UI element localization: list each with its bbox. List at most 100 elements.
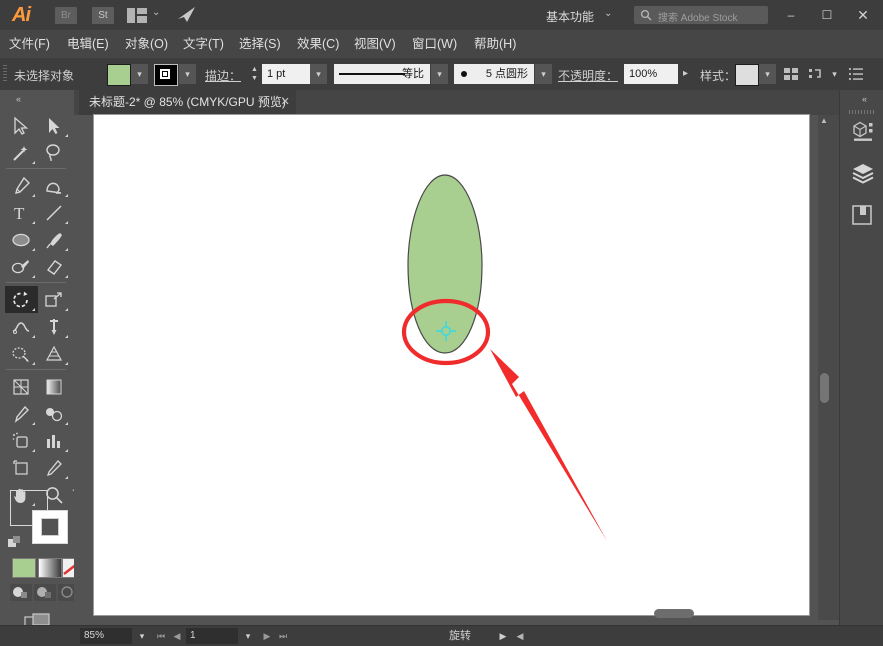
menu-select[interactable]: 选择(S) <box>232 30 288 58</box>
menu-window[interactable]: 窗口(W) <box>405 30 464 58</box>
chevron-down-icon[interactable]: ⌄ <box>152 7 160 18</box>
symbol-sprayer-tool[interactable] <box>5 427 38 454</box>
chevron-up-icon[interactable]: ▲ <box>819 116 829 126</box>
width-tool[interactable] <box>5 313 38 340</box>
workspace-chevron-down-icon[interactable]: ⌄ <box>604 8 612 19</box>
menu-edit[interactable]: 电辑(E) <box>60 30 116 58</box>
menu-file[interactable]: 文件(F) <box>2 30 57 58</box>
zoom-chevron-down-icon[interactable]: ▾ <box>134 628 150 644</box>
opacity-input[interactable]: 100% <box>624 64 678 84</box>
stroke-weight-stepper[interactable]: ▲▼ <box>250 65 259 83</box>
page-chevron-down-icon[interactable]: ▾ <box>240 628 256 644</box>
expand-panels-icon[interactable]: « <box>854 92 874 106</box>
eyedropper-tool[interactable] <box>5 400 38 427</box>
style-chevron-down-icon[interactable]: ▾ <box>759 64 776 84</box>
libraries-panel-icon[interactable] <box>850 202 876 228</box>
bridge-button[interactable]: Br <box>55 7 77 24</box>
horizontal-scrollbar-thumb[interactable] <box>654 609 694 618</box>
type-tool[interactable]: T <box>5 199 38 226</box>
fill-color-swatch[interactable] <box>107 64 131 86</box>
selection-tool[interactable] <box>5 112 38 139</box>
lasso-tool[interactable] <box>38 139 71 166</box>
arrange-documents-icon[interactable] <box>127 8 147 23</box>
gradient-fill-icon[interactable] <box>38 558 62 578</box>
next-page-icon[interactable]: ▶ <box>260 629 274 643</box>
stock-button[interactable]: St <box>92 7 114 24</box>
prev-icon[interactable]: ◀ <box>514 629 526 643</box>
stroke-profile-select[interactable]: 等比 <box>334 64 430 84</box>
fill-chevron-down-icon[interactable]: ▾ <box>131 64 148 84</box>
transform-chevron-down-icon[interactable]: ▾ <box>826 64 843 84</box>
close-icon[interactable]: ✕ <box>281 90 290 115</box>
menu-effect[interactable]: 效果(C) <box>290 30 346 58</box>
magic-wand-tool[interactable] <box>5 139 38 166</box>
perspective-grid-tool[interactable] <box>38 340 71 367</box>
stroke-weight-chevron-down-icon[interactable]: ▾ <box>310 64 327 84</box>
mesh-tool[interactable] <box>5 373 38 400</box>
stroke-color-swatch[interactable] <box>154 64 178 86</box>
menu-help[interactable]: 帮助(H) <box>467 30 523 58</box>
slice-tool[interactable] <box>38 454 71 481</box>
canvas-area[interactable] <box>74 115 839 620</box>
scale-tool[interactable] <box>38 286 71 313</box>
brush-definition-select[interactable]: 5 点圆形 <box>454 64 534 84</box>
color-fill-icon[interactable] <box>12 558 36 578</box>
draw-behind-icon[interactable] <box>34 584 56 601</box>
stroke-chevron-down-icon[interactable]: ▾ <box>179 64 196 84</box>
default-fill-stroke-icon[interactable] <box>8 536 21 548</box>
transform-icon[interactable] <box>808 66 826 82</box>
ellipse-tool[interactable] <box>5 226 38 253</box>
brush-chevron-down-icon[interactable]: ▾ <box>535 64 552 84</box>
profile-chevron-down-icon[interactable]: ▾ <box>431 64 448 84</box>
column-graph-tool[interactable] <box>38 427 71 454</box>
properties-panel-icon[interactable] <box>850 118 876 144</box>
vertical-scrollbar-thumb[interactable] <box>820 373 829 403</box>
direct-selection-tool[interactable] <box>38 112 71 139</box>
align-grid-icon[interactable] <box>783 66 801 82</box>
document-options-icon[interactable] <box>848 66 866 82</box>
close-button[interactable]: ✕ <box>847 5 879 25</box>
minimize-button[interactable]: – <box>775 5 807 25</box>
tool-corner-icon <box>32 308 35 311</box>
menu-view[interactable]: 视图(V) <box>347 30 403 58</box>
shape-builder-tool[interactable] <box>5 340 38 367</box>
curvature-tool[interactable] <box>38 172 71 199</box>
rotate-tool[interactable] <box>5 286 38 313</box>
stroke-weight-input[interactable]: 1 pt <box>262 64 310 84</box>
zoom-level-input[interactable]: 85% <box>80 628 132 644</box>
layers-panel-icon[interactable] <box>850 160 876 186</box>
blend-tool[interactable] <box>38 400 71 427</box>
graphic-style-swatch[interactable] <box>735 64 759 86</box>
prev-page-icon[interactable]: ◀ <box>170 629 184 643</box>
last-page-icon[interactable]: ⏭ <box>276 629 290 643</box>
document-tab[interactable]: 未标题-2* @ 85% (CMYK/GPU 预览) ✕ <box>79 90 296 115</box>
eraser-tool[interactable] <box>38 253 71 280</box>
line-segment-tool[interactable] <box>38 199 71 226</box>
pen-tool[interactable] <box>5 172 38 199</box>
pencil-tool[interactable] <box>5 253 38 280</box>
page-number-input[interactable]: 1 <box>186 628 238 644</box>
opacity-chevron-right-icon[interactable]: ▸ <box>678 64 693 84</box>
artboard[interactable] <box>94 115 809 615</box>
panel-grip[interactable] <box>849 110 875 114</box>
menu-type[interactable]: 文字(T) <box>176 30 231 58</box>
free-transform-tool[interactable] <box>38 313 71 340</box>
play-icon[interactable]: ▶ <box>497 629 509 643</box>
maximize-button[interactable]: ☐ <box>811 5 843 25</box>
draw-normal-icon[interactable] <box>10 584 32 601</box>
home-rocket-icon[interactable] <box>177 6 197 24</box>
artboard-tool[interactable] <box>5 454 38 481</box>
paintbrush-tool[interactable] <box>38 226 71 253</box>
gradient-tool[interactable] <box>38 373 71 400</box>
collapse-panel-icon[interactable]: « <box>6 92 30 106</box>
first-page-icon[interactable]: ⏮ <box>154 629 168 643</box>
workspace-label[interactable]: 基本功能 <box>546 8 594 25</box>
search-adobe-stock-input[interactable]: 搜索 Adobe Stock <box>634 6 768 24</box>
control-bar-grip[interactable] <box>3 65 7 83</box>
menu-object[interactable]: 对象(O) <box>118 30 175 58</box>
tool-corner-icon <box>32 221 35 224</box>
stroke-label[interactable]: 描边： <box>205 67 241 84</box>
opacity-label[interactable]: 不透明度： <box>558 67 618 84</box>
stroke-color-indicator[interactable] <box>32 510 68 544</box>
search-icon <box>640 9 652 21</box>
